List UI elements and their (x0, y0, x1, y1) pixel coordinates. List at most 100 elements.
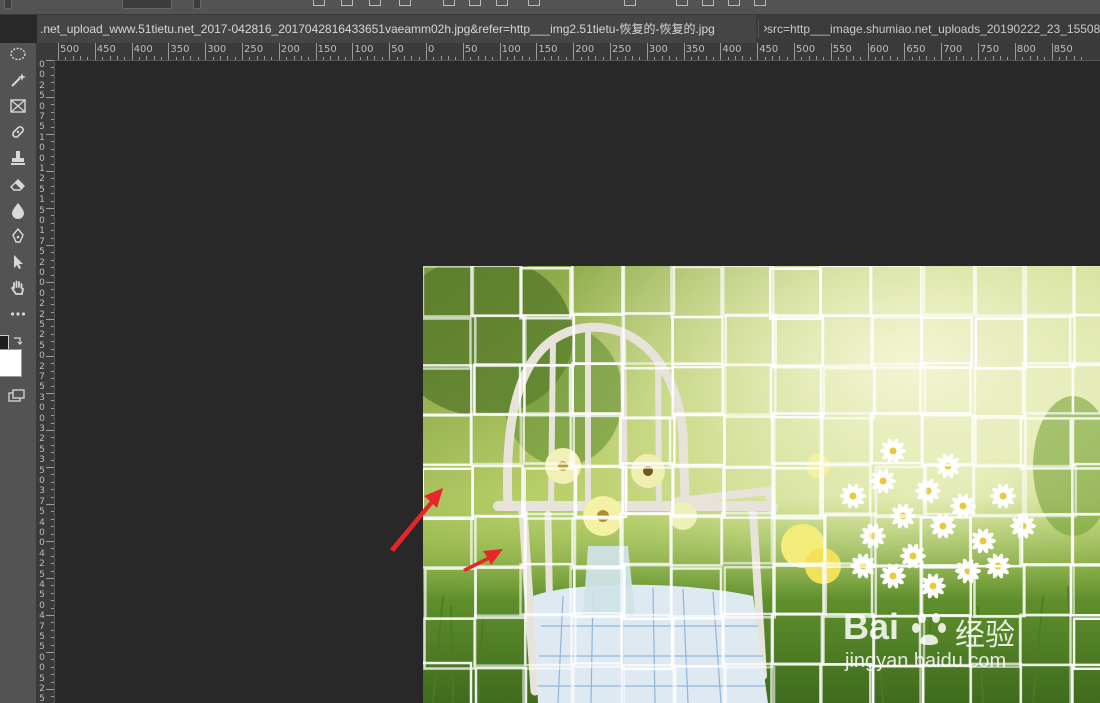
distribute-bottom-icon[interactable] (496, 0, 508, 6)
ruler-minor-tick (51, 193, 54, 195)
ruler-minor-tick (713, 57, 715, 60)
options-bar (0, 0, 1100, 15)
ruler-minor-tick (985, 57, 987, 60)
clone-stamp-icon[interactable] (4, 147, 32, 169)
ruler-tick (352, 43, 354, 60)
ruler-label: 0 (39, 60, 45, 70)
ruler-minor-tick (529, 57, 531, 60)
ruler-minor-tick (735, 56, 737, 60)
ruler-minor-tick (727, 57, 729, 60)
ruler-label: 0 (39, 663, 45, 674)
ruler-minor-tick (51, 67, 54, 69)
ruler-minor-tick (639, 57, 641, 60)
background-color-swatch[interactable] (0, 349, 22, 377)
ruler-tick (389, 43, 391, 60)
ruler-minor-tick (286, 57, 288, 60)
ruler-label: 0 (39, 652, 45, 663)
healing-brush-icon[interactable] (4, 121, 32, 143)
frame-icon[interactable] (4, 95, 32, 117)
pen-icon[interactable] (4, 225, 32, 247)
ruler-minor-tick (771, 56, 773, 60)
ruler-minor-tick (838, 57, 840, 60)
watermark-url: jingyan.baidu.com (845, 650, 1007, 672)
path-selection-icon[interactable] (4, 251, 32, 273)
ruler-minor-tick (51, 415, 54, 417)
ruler-minor-tick (852, 56, 854, 60)
ruler-label: 100 (501, 44, 521, 55)
distribute-horizontal-icon[interactable] (528, 0, 540, 6)
ruler-minor-tick (51, 104, 54, 106)
ruler-label: 0 (39, 288, 45, 299)
ruler-label: 5 (39, 122, 45, 133)
3d-rotate-icon[interactable] (676, 0, 688, 6)
ruler-tick (757, 43, 759, 60)
ruler-label: 1 (39, 195, 45, 206)
ruler-label: 2 (39, 434, 45, 445)
ruler-tick (168, 43, 170, 60)
ruler-minor-tick (897, 57, 899, 60)
ruler-minor-tick (51, 148, 54, 150)
document-tab[interactable]: src=http___image.shumiao.net_uploads_201… (767, 15, 1100, 43)
option-toggle[interactable] (4, 0, 12, 9)
ruler-minor-tick (882, 56, 884, 60)
ruler-minor-tick (51, 681, 54, 683)
vertical-ruler[interactable]: 0025075100125150175200022525027530032535… (37, 60, 55, 703)
ruler-label: 2 (39, 309, 45, 320)
align-right-icon[interactable] (369, 0, 381, 6)
ruler-minor-tick (51, 311, 54, 313)
ruler-minor-tick (484, 56, 486, 60)
ruler-minor-tick (51, 74, 54, 76)
3d-mode-icon[interactable] (624, 0, 636, 6)
option-dropdown[interactable] (122, 0, 172, 9)
ruler-minor-tick (779, 56, 781, 60)
ruler-label: 5 (39, 205, 45, 216)
magic-wand-icon[interactable] (4, 69, 32, 91)
ruler-minor-tick (51, 326, 54, 328)
elliptical-marquee-icon[interactable] (4, 43, 32, 65)
ruler-label: 0 (39, 216, 45, 226)
ruler-label: 200 (575, 44, 595, 55)
ruler-tick (610, 43, 611, 60)
ruler-minor-tick (46, 208, 54, 209)
document-tab-active[interactable]: .net_upload_www.51tietu.net_2017-042816_… (37, 15, 756, 43)
ruler-label: 150 (317, 44, 337, 55)
ruler-label: 5 (39, 507, 45, 518)
screen-mode-icon[interactable] (8, 389, 26, 403)
ruler-minor-tick (51, 82, 54, 84)
eraser-icon[interactable] (4, 173, 32, 195)
ruler-label: 0 (39, 143, 45, 154)
ruler-label: 5 (39, 642, 45, 653)
more-tools-icon[interactable] (4, 303, 32, 325)
3d-drag-icon[interactable] (728, 0, 740, 6)
canvas-area[interactable]: Bai 经验 jingyan.baidu.com (55, 61, 1100, 703)
swap-colors-icon[interactable] (12, 333, 24, 345)
ruler-label: 650 (906, 44, 926, 55)
ruler-minor-tick (46, 319, 54, 320)
ruler-minor-tick (51, 200, 54, 202)
ruler-tick (573, 43, 575, 60)
option-checkbox[interactable] (193, 0, 201, 9)
ruler-minor-tick (51, 600, 54, 602)
ruler-tick (1014, 43, 1016, 60)
distribute-icon[interactable] (443, 0, 455, 6)
align-left-icon[interactable] (313, 0, 325, 6)
hand-icon[interactable] (4, 277, 32, 299)
document-tab-title: src=http___image.shumiao.net_uploads_201… (767, 22, 1100, 36)
ruler-label: 4 (39, 517, 45, 528)
ruler-minor-tick (51, 555, 54, 557)
horizontal-ruler[interactable]: 500 450 400 350 300 250 200 150 100 50 0 50 100 150 20… (55, 43, 1100, 61)
distribute-middle-icon[interactable] (469, 0, 481, 6)
align-top-icon[interactable] (399, 0, 411, 6)
ruler-minor-tick (72, 56, 74, 60)
ruler-minor-tick (234, 57, 236, 60)
ruler-minor-tick (51, 89, 54, 91)
blur-icon[interactable] (4, 199, 32, 221)
ruler-tick (315, 43, 317, 60)
3d-roll-icon[interactable] (702, 0, 714, 6)
ruler-minor-tick (889, 56, 891, 60)
ruler-label: 0 (39, 351, 45, 362)
ruler-origin[interactable] (37, 43, 56, 61)
3d-slide-icon[interactable] (754, 0, 766, 6)
align-center-icon[interactable] (341, 0, 353, 6)
document-image[interactable]: Bai 经验 jingyan.baidu.com (423, 266, 1100, 703)
